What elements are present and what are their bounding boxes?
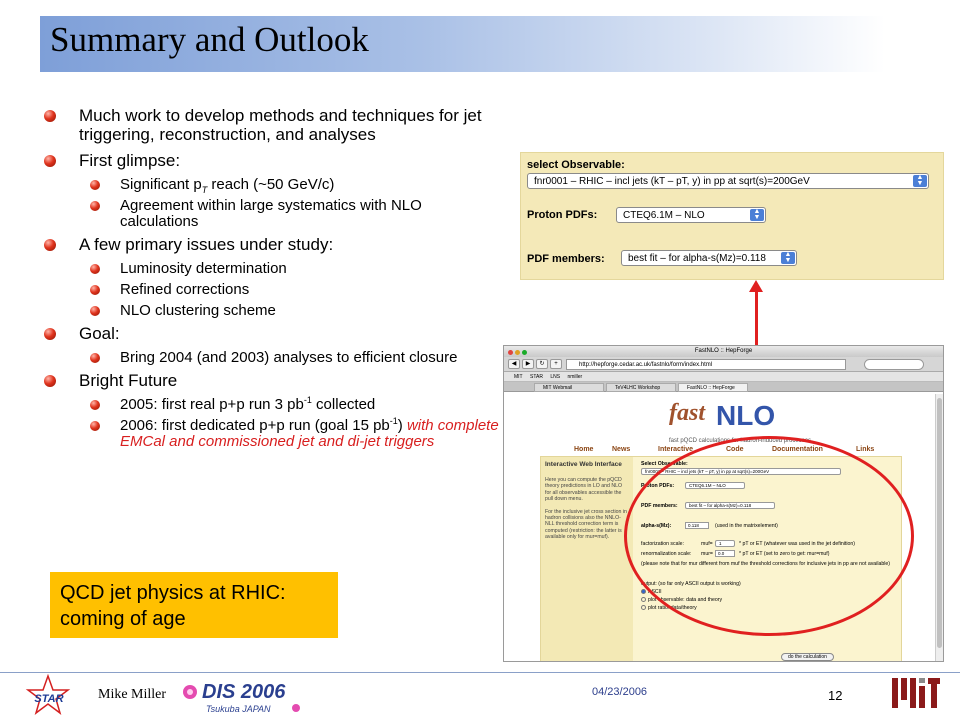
highlight-ellipse [624, 436, 914, 636]
callout-line-2: coming of age [60, 608, 186, 630]
sub-bullet: 2006: first dedicated p+p run (goal 15 p… [44, 417, 504, 450]
zoom-icon[interactable] [522, 350, 527, 355]
pdf-members-label: PDF members: [527, 253, 605, 265]
browser-toolbar: ◀ ▶ ↻ + http://hepforge.cedar.ac.uk/fast… [504, 357, 943, 372]
tab-fastnlo[interactable]: FastNLO :: HepForge [678, 383, 748, 392]
pdf-members-select[interactable]: best fit – for alpha-s(Mz)=0.118 ▲ ▼ [621, 250, 797, 266]
bullet-icon [90, 180, 100, 190]
radio-icon[interactable] [641, 597, 646, 603]
mit-logo-icon [892, 678, 940, 708]
sub-bullet: Agreement within large systematics with … [44, 198, 504, 230]
select-arrow-icon: ▲ ▼ [750, 208, 764, 221]
bullet-icon [44, 110, 56, 122]
bookmark-item[interactable]: MIT [514, 374, 523, 380]
minimize-icon[interactable] [515, 350, 520, 355]
observable-panel: select Observable: fnr0001 – RHIC – incl… [520, 152, 944, 280]
bullet-icon [44, 239, 56, 251]
add-bookmark-icon[interactable]: + [550, 359, 562, 369]
select-observable-label: select Observable: [527, 159, 625, 171]
star-logo-icon: STAR [25, 674, 71, 715]
bullet-icon [90, 306, 100, 316]
scrollbar-thumb[interactable] [937, 398, 942, 648]
back-icon[interactable]: ◀ [508, 359, 520, 369]
fastnlo-logo-fast: fast [669, 400, 705, 426]
proton-pdfs-select[interactable]: CTEQ6.1M – NLO ▲ ▼ [616, 207, 766, 223]
search-field[interactable] [864, 359, 924, 370]
tab-strip: MIT Webmail TeV4LHC Workshop FastNLO :: … [504, 382, 943, 392]
bullet: Goal: [44, 324, 504, 343]
sub-bullet: Refined corrections [44, 282, 504, 298]
dis-logo-subtext: Tsukuba JAPAN [206, 704, 271, 714]
slide-title: Summary and Outlook [50, 20, 369, 59]
bullet-icon [90, 285, 100, 295]
side-paragraph: For the inclusive jet cross section in h… [545, 508, 627, 541]
bookmark-item[interactable]: STAR [530, 374, 543, 380]
browser-titlebar: FastNLO :: HepForge [504, 346, 943, 357]
fastnlo-logo-nlo: NLO [716, 400, 776, 431]
bullet: Much work to develop methods and techniq… [44, 106, 504, 144]
calculate-button[interactable]: do the calculation [781, 653, 834, 661]
star-logo-text: STAR [34, 693, 63, 705]
close-icon[interactable] [508, 350, 513, 355]
bookmark-item[interactable]: nmiller [567, 374, 582, 380]
bullet-list: Much work to develop methods and techniq… [44, 106, 504, 455]
bullet-icon [90, 421, 100, 431]
dis-logo-text: DIS 2006 [202, 681, 286, 703]
scrollbar[interactable] [935, 394, 943, 661]
bullet-icon [90, 201, 100, 211]
bullet: A few primary issues under study: [44, 235, 504, 254]
bullet-icon [44, 155, 56, 167]
radio-selected-icon[interactable] [641, 589, 646, 595]
footer-divider [0, 672, 960, 673]
reload-icon[interactable]: ↻ [536, 359, 548, 369]
bullet-icon [90, 400, 100, 410]
address-bar[interactable]: http://hepforge.cedar.ac.uk/fastnlo/form… [566, 359, 846, 370]
bullet-icon [90, 264, 100, 274]
nav-news[interactable]: News [612, 446, 630, 453]
sub-bullet: Significant pT reach (~50 GeV/c) [44, 177, 504, 195]
bookmark-item[interactable]: LNS [550, 374, 560, 380]
side-panel: Interactive Web Interface Here you can c… [541, 457, 633, 661]
bullet: Bright Future [44, 371, 504, 390]
slide-date: 04/23/2006 [592, 686, 648, 698]
bullet-icon [44, 375, 56, 387]
sub-bullet: Bring 2004 (and 2003) analyses to effici… [44, 350, 504, 366]
radio-icon[interactable] [641, 605, 646, 611]
bookmarks-bar: MIT STAR LNS nmiller [504, 372, 943, 382]
select-arrow-icon: ▲ ▼ [781, 251, 795, 264]
sub-bullet: Luminosity determination [44, 261, 504, 277]
sub-bullet: 2005: first real p+p run 3 pb-1 collecte… [44, 396, 504, 413]
nav-links[interactable]: Links [856, 446, 874, 453]
presenter-name: Mike Miller [98, 687, 167, 702]
forward-icon[interactable]: ▶ [522, 359, 534, 369]
browser-window-title: FastNLO :: HepForge [694, 348, 753, 354]
observable-select[interactable]: fnr0001 – RHIC – incl jets (kT – pT, y) … [527, 173, 929, 189]
sub-bullet: NLO clustering scheme [44, 303, 504, 319]
side-title: Interactive Web Interface [545, 461, 622, 468]
side-paragraph: Here you can compute the pQCD theory pre… [545, 477, 622, 503]
nav-home[interactable]: Home [574, 446, 593, 453]
bullet-icon [44, 328, 56, 340]
tab-tev4lhc[interactable]: TeV4LHC Workshop [606, 383, 676, 392]
proton-pdfs-label: Proton PDFs: [527, 209, 598, 221]
callout-box: QCD jet physics at RHIC: coming of age [50, 572, 338, 638]
bullet-icon [90, 353, 100, 363]
callout-line-1: QCD jet physics at RHIC: [60, 582, 286, 604]
select-arrow-icon: ▲ ▼ [913, 174, 927, 187]
dis-2006-logo-icon: DIS 2006 Tsukuba JAPAN [183, 681, 300, 714]
tab-mit-webmail[interactable]: MIT Webmail [534, 383, 604, 392]
page-number: 12 [828, 688, 843, 703]
bullet: First glimpse: [44, 151, 504, 170]
